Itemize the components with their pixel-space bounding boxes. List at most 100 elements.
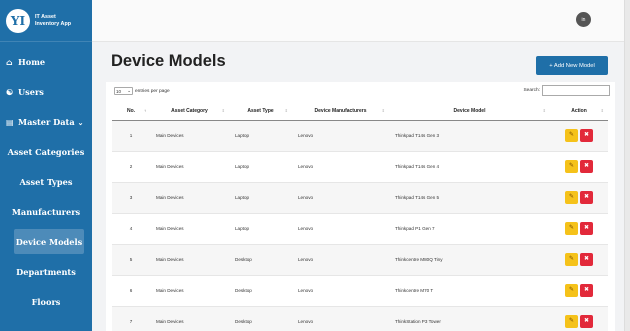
entries-length: 10 ⌄ entries per page <box>114 87 170 95</box>
edit-button[interactable]: ✎ <box>565 129 578 142</box>
cell-device-manufacturer: Lenovo <box>292 305 389 331</box>
sidebar-item-asset-categories[interactable]: Asset Categories <box>0 137 92 167</box>
pencil-icon: ✎ <box>568 163 575 169</box>
sidebar-item-device-models[interactable]: Device Models <box>14 229 84 254</box>
delete-button[interactable]: ✖ <box>580 191 593 204</box>
delete-button[interactable]: ✖ <box>580 222 593 235</box>
header-label: Device Manufacturers <box>314 107 367 114</box>
search-label: Search: <box>523 88 540 93</box>
sort-icon: ⇕ <box>284 108 288 113</box>
sidebar-item-master-data[interactable]: ▤ Master Data ⌄ <box>0 107 92 137</box>
pencil-icon: ✎ <box>568 318 575 325</box>
delete-button[interactable]: ✖ <box>580 315 593 329</box>
entries-select[interactable]: 10 ⌄ <box>114 87 133 95</box>
avatar[interactable]: in <box>576 12 591 27</box>
trash-icon: ✖ <box>583 318 590 325</box>
users-icon: ☯ <box>6 87 14 97</box>
sidebar-item-home[interactable]: ⌂ Home <box>0 47 92 77</box>
pencil-icon: ✎ <box>568 256 575 262</box>
cell-asset-type: Laptop <box>229 150 292 182</box>
delete-button[interactable]: ✖ <box>580 160 593 173</box>
column-header-device-model[interactable]: Device Model ⇕ <box>389 102 550 121</box>
sidebar-item-label: Users <box>18 87 44 97</box>
header-label: Action <box>571 107 587 114</box>
cell-action: ✎ ✖ <box>550 119 608 151</box>
brand[interactable]: YI IT Asset Inventory App <box>0 0 92 42</box>
sidebar-item-floors[interactable]: Floors <box>0 287 92 317</box>
pencil-icon: ✎ <box>568 225 575 231</box>
column-header-device-manufacturers[interactable]: Device Manufacturers ⇕ <box>292 102 389 121</box>
cell-asset-type: Desktop <box>229 274 292 306</box>
search: Search: <box>523 85 610 96</box>
cell-device-manufacturer: Lenovo <box>292 119 389 151</box>
header-label: No. <box>126 107 136 114</box>
sort-icon: ⇕ <box>600 108 604 113</box>
sort-icon: ⇕ <box>542 108 546 113</box>
cell-asset-category: Main Devices <box>150 243 229 275</box>
sidebar-item-manufacturers[interactable]: Manufacturers <box>0 197 92 227</box>
cell-asset-category: Main Devices <box>150 212 229 244</box>
trash-icon: ✖ <box>583 256 590 262</box>
cell-asset-category: Main Devices <box>150 181 229 213</box>
table-card: 10 ⌄ entries per page Search: No. ↑ Asset… <box>106 82 615 331</box>
table-row: 1 Main Devices Laptop Lenovo Thinkpad T14s G… <box>112 119 608 151</box>
column-header-asset-category[interactable]: Asset Category ⇕ <box>150 102 229 121</box>
delete-button[interactable]: ✖ <box>580 129 593 142</box>
app-name: IT Asset Inventory App <box>35 14 71 28</box>
cell-asset-category: Main Devices <box>150 305 229 331</box>
pencil-icon: ✎ <box>568 132 575 138</box>
cell-device-model: Thinkpad T14s Gen 4 <box>389 150 550 182</box>
header-label: Device Model <box>453 107 486 114</box>
pencil-icon: ✎ <box>568 194 575 200</box>
sort-asc-icon: ↑ <box>144 108 146 113</box>
table-row: 5 Main Devices Desktop Lenovo Thinkcentre M8… <box>112 243 608 275</box>
sort-icon: ⇕ <box>381 108 385 113</box>
table-row: 2 Main Devices Laptop Lenovo Thinkpad T14s G… <box>112 150 608 182</box>
cell-asset-type: Laptop <box>229 181 292 213</box>
cell-no: 5 <box>112 243 150 275</box>
cell-action: ✎ ✖ <box>550 274 608 306</box>
sidebar-item-label: Floors <box>31 297 61 307</box>
trash-icon: ✖ <box>583 194 590 200</box>
cell-asset-category: Main Devices <box>150 274 229 306</box>
delete-button[interactable]: ✖ <box>580 253 593 266</box>
sidebar-item-label: Departments <box>16 267 76 277</box>
sidebar-item-label: Manufacturers <box>11 207 81 217</box>
cell-asset-type: Laptop <box>229 212 292 244</box>
cell-no: 2 <box>112 150 150 182</box>
search-input[interactable] <box>542 85 610 96</box>
edit-button[interactable]: ✎ <box>565 284 578 297</box>
column-header-action[interactable]: Action ⇕ <box>550 102 608 121</box>
entries-select-value: 10 <box>116 88 122 94</box>
scrollbar[interactable] <box>624 0 630 331</box>
sidebar-item-departments[interactable]: Departments <box>0 257 92 287</box>
cell-action: ✎ ✖ <box>550 181 608 213</box>
sort-icon: ⇕ <box>221 108 225 113</box>
app-logo: YI <box>6 8 30 33</box>
cell-device-model: Thinkpad T14s Gen 5 <box>389 181 550 213</box>
trash-icon: ✖ <box>583 225 590 231</box>
chevron-down-icon: ⌄ <box>127 88 131 93</box>
edit-button[interactable]: ✎ <box>565 160 578 173</box>
column-header-no[interactable]: No. ↑ <box>112 102 150 121</box>
delete-button[interactable]: ✖ <box>580 284 593 297</box>
edit-button[interactable]: ✎ <box>565 222 578 235</box>
edit-button[interactable]: ✎ <box>565 191 578 204</box>
sidebar-item-label: Master Data <box>18 117 75 127</box>
cell-asset-category: Main Devices <box>150 150 229 182</box>
sidebar-item-label: Home <box>18 57 46 67</box>
cell-device-manufacturer: Lenovo <box>292 212 389 244</box>
column-header-asset-type[interactable]: Asset Type ⇕ <box>229 102 292 121</box>
cell-asset-type: Desktop <box>229 243 292 275</box>
add-model-button[interactable]: + Add New Model <box>536 56 608 75</box>
app-name-line2: Inventory App <box>35 20 72 27</box>
cell-device-model: Thinkpad T14s Gen 3 <box>389 119 550 151</box>
sidebar-item-label: Asset Categories <box>7 147 85 157</box>
edit-button[interactable]: ✎ <box>565 315 578 329</box>
sidebar-item-asset-types[interactable]: Asset Types <box>0 167 92 197</box>
edit-button[interactable]: ✎ <box>565 253 578 266</box>
sidebar-item-label: Device Models <box>15 236 83 247</box>
cell-action: ✎ ✖ <box>550 305 608 331</box>
page-title: Device Models <box>111 52 226 70</box>
sidebar-item-users[interactable]: ☯ Users <box>0 77 92 107</box>
